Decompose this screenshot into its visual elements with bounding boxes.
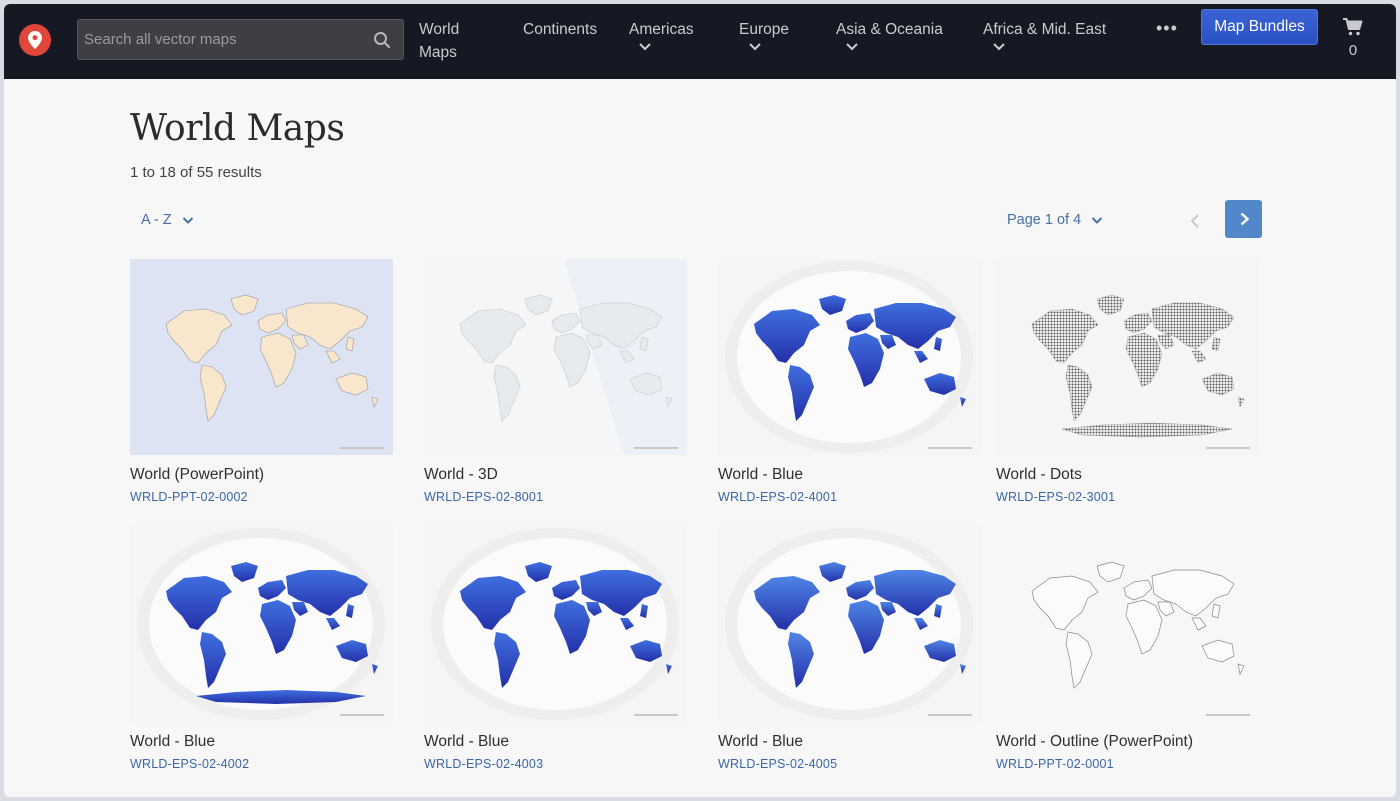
chevron-down-icon [993,43,1005,51]
top-navbar: World Maps Continents Americas Europe As… [4,4,1396,79]
sort-dropdown[interactable]: A - Z [141,212,194,228]
product-thumbnail[interactable] [996,259,1259,455]
search-input[interactable] [78,20,363,59]
product-card[interactable]: World (PowerPoint) WRLD-PPT-02-0002 [130,259,393,504]
chevron-right-icon [1240,212,1249,226]
nav-americas-label: Americas [629,21,694,38]
nav-asia-oceania-label: Asia & Oceania [836,21,943,38]
nav-continents[interactable]: Continents [523,18,597,41]
product-card[interactable]: World - Blue WRLD-EPS-02-4001 [718,259,981,504]
product-sku[interactable]: WRLD-PPT-02-0001 [996,757,1259,771]
browser-window: World Maps Continents Americas Europe As… [4,4,1396,797]
nav-asia-oceania[interactable]: Asia & Oceania [836,18,943,52]
product-card[interactable]: World - Blue WRLD-EPS-02-4002 [130,526,393,771]
world-map-image [996,526,1259,722]
cart-icon [1343,18,1363,36]
site-logo[interactable] [19,24,51,56]
cart-count: 0 [1348,42,1358,59]
chevron-down-icon [1091,216,1103,224]
map-bundles-button[interactable]: Map Bundles [1201,9,1318,45]
nav-americas[interactable]: Americas [629,18,694,52]
world-map-image [130,526,393,722]
product-card[interactable]: World - Blue WRLD-EPS-02-4005 [718,526,981,771]
next-page-button[interactable] [1225,200,1262,238]
world-map-image [424,526,687,722]
page-label: Page 1 of 4 [1007,212,1082,228]
page-selector[interactable]: Page 1 of 4 [1007,212,1103,228]
chevron-down-icon [182,216,193,224]
nav-world-maps[interactable]: World Maps [419,18,459,64]
product-card[interactable]: World - Outline (PowerPoint) WRLD-PPT-02… [996,526,1259,771]
world-map-image [130,259,393,455]
product-name[interactable]: World - Dots [996,466,1259,484]
product-card[interactable]: World - Blue WRLD-EPS-02-4003 [424,526,687,771]
product-name[interactable]: World (PowerPoint) [130,466,393,484]
product-name[interactable]: World - Blue [718,733,981,751]
more-menu-button[interactable]: ••• [1156,18,1178,39]
product-name[interactable]: World - Blue [130,733,393,751]
product-thumbnail[interactable] [718,259,981,455]
sort-label: A - Z [141,212,172,228]
nav-continents-label: Continents [523,21,598,38]
product-sku[interactable]: WRLD-EPS-02-4001 [718,490,981,504]
product-card[interactable]: World - Dots WRLD-EPS-02-3001 [996,259,1259,504]
product-name[interactable]: World - 3D [424,466,687,484]
product-sku[interactable]: WRLD-EPS-02-4002 [130,757,393,771]
product-card[interactable]: World - 3D WRLD-EPS-02-8001 [424,259,687,504]
product-thumbnail[interactable] [130,259,393,455]
product-sku[interactable]: WRLD-EPS-02-4003 [424,757,687,771]
search-box [77,19,404,60]
chevron-down-icon [749,43,761,51]
product-sku[interactable]: WRLD-PPT-02-0002 [130,490,393,504]
nav-world-maps-line2: Maps [419,44,457,61]
chevron-left-icon [1190,214,1199,228]
results-count: 1 to 18 of 55 results [130,164,262,181]
product-thumbnail[interactable] [130,526,393,722]
world-map-image [424,259,687,455]
product-thumbnail[interactable] [424,259,687,455]
product-sku[interactable]: WRLD-EPS-02-4005 [718,757,981,771]
product-thumbnail[interactable] [996,526,1259,722]
map-pin-icon [28,31,42,49]
product-thumbnail[interactable] [424,526,687,722]
product-sku[interactable]: WRLD-EPS-02-8001 [424,490,687,504]
product-sku[interactable]: WRLD-EPS-02-3001 [996,490,1259,504]
world-map-image [718,259,981,455]
nav-europe[interactable]: Europe [739,18,789,52]
product-name[interactable]: World - Blue [718,466,981,484]
nav-europe-label: Europe [739,21,789,38]
world-map-image [996,259,1259,455]
product-thumbnail[interactable] [718,526,981,722]
page-title: World Maps [130,108,345,149]
product-name[interactable]: World - Outline (PowerPoint) [996,733,1259,751]
search-icon[interactable] [373,31,391,49]
nav-world-maps-line1: World [419,21,460,38]
prev-page-button[interactable] [1184,209,1208,233]
product-name[interactable]: World - Blue [424,733,687,751]
cart-button[interactable]: 0 [1342,18,1364,63]
chevron-down-icon [639,43,651,51]
world-map-image [718,526,981,722]
nav-africa-mideast[interactable]: Africa & Mid. East [983,18,1106,52]
nav-africa-mideast-label: Africa & Mid. East [983,21,1107,38]
chevron-down-icon [846,43,858,51]
